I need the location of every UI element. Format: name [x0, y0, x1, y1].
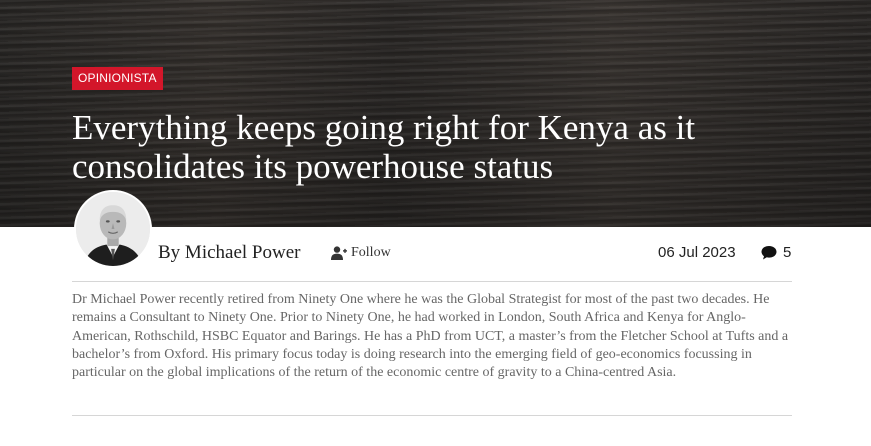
- author-avatar[interactable]: [74, 190, 152, 268]
- follow-button[interactable]: Follow: [331, 245, 391, 261]
- author-bio: Dr Michael Power recently retired from N…: [72, 292, 789, 381]
- divider-bottom: [72, 415, 792, 416]
- article-headline: Everything keeps going right for Kenya a…: [72, 108, 696, 186]
- publish-date: 06 Jul 2023: [658, 244, 736, 261]
- divider-top: [72, 281, 792, 282]
- user-plus-icon: [331, 246, 347, 260]
- category-badge[interactable]: OPINIONISTA: [72, 67, 163, 90]
- comment-bubble-icon: [761, 246, 777, 260]
- comment-count: 5: [783, 244, 792, 261]
- comments-link[interactable]: 5: [761, 244, 791, 261]
- follow-label: Follow: [351, 245, 391, 260]
- author-photo: [76, 192, 150, 266]
- author-name[interactable]: By Michael Power: [158, 242, 300, 264]
